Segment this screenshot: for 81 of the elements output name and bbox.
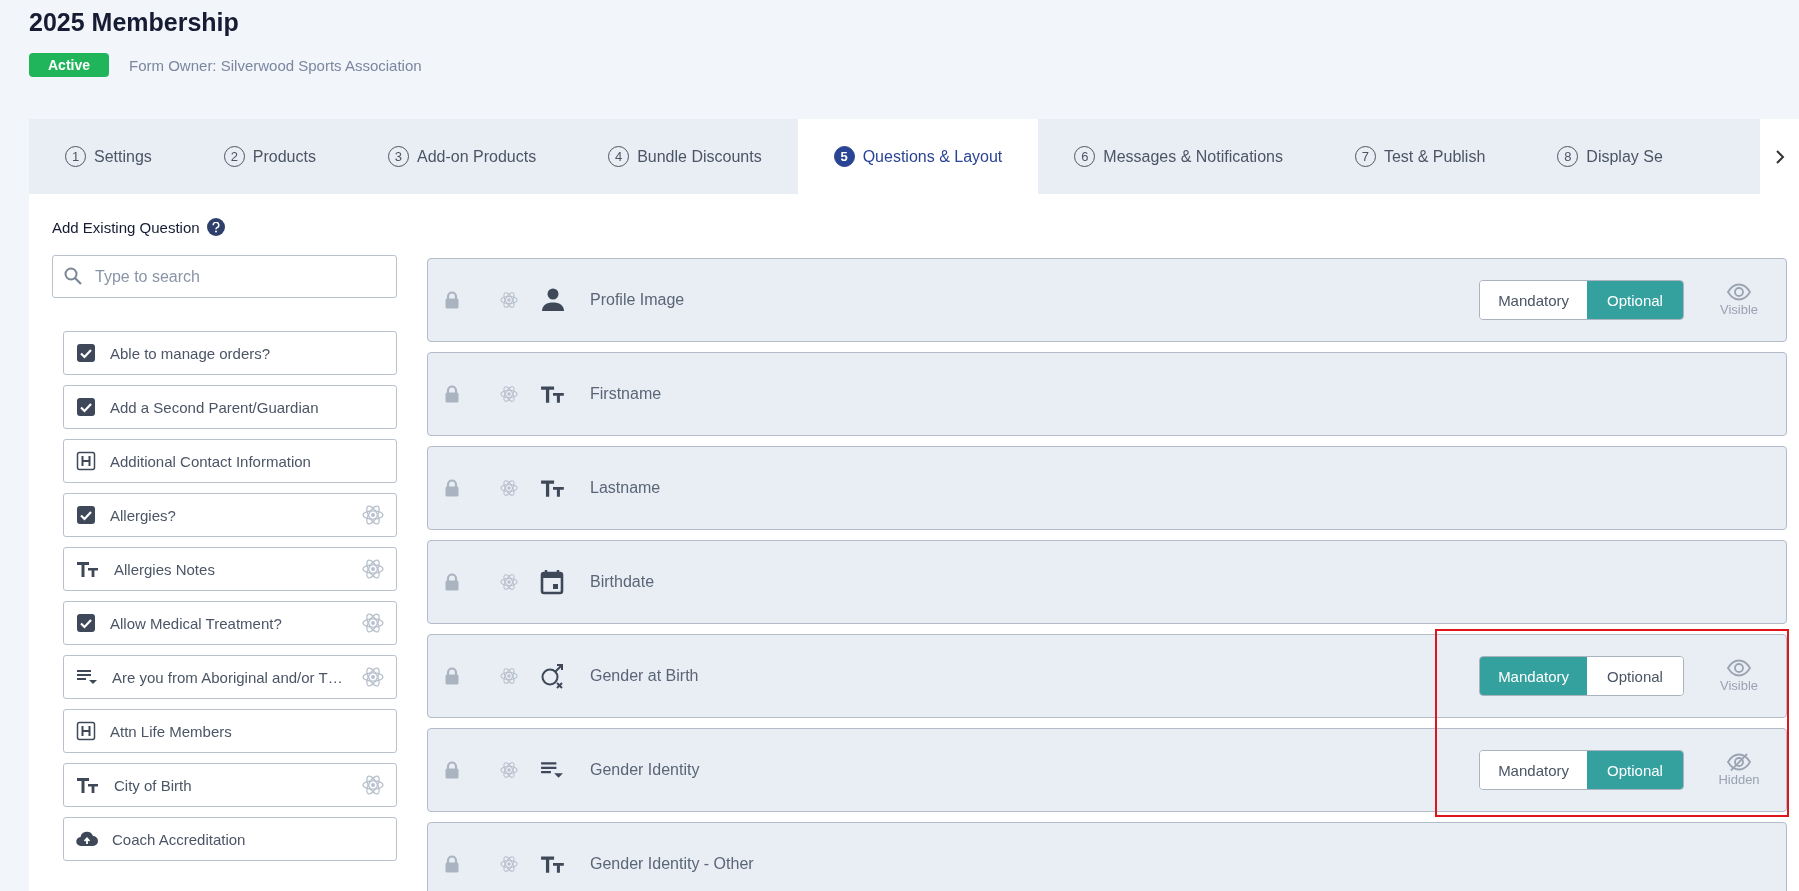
atom-icon — [362, 558, 384, 580]
question-row[interactable]: Profile Image Mandatory Optional Visible — [427, 258, 1787, 342]
search-icon — [64, 267, 82, 285]
heading-icon — [76, 721, 96, 741]
step-tab[interactable]: 7 Test & Publish — [1318, 119, 1522, 194]
atom-icon — [362, 774, 384, 796]
section-heading: Add Existing Question — [52, 218, 200, 236]
atom-icon — [500, 479, 518, 497]
requirement-option[interactable]: Mandatory — [1480, 281, 1587, 319]
atom-icon — [500, 573, 518, 591]
form-owner: Form Owner: Silverwood Sports Association — [129, 56, 422, 74]
checkbox-icon — [76, 397, 96, 417]
dropdown-icon — [540, 759, 564, 781]
checkbox-icon — [76, 343, 96, 363]
text-type-icon — [540, 383, 566, 405]
text-type-icon — [76, 559, 100, 579]
question-label: Birthdate — [590, 573, 656, 591]
atom-icon — [500, 761, 518, 779]
person-icon — [540, 287, 566, 313]
step-tab[interactable]: 6 Messages & Notifications — [1038, 119, 1319, 194]
question-row[interactable]: Birthdate — [427, 540, 1787, 624]
question-label: Gender Identity - Other — [590, 855, 755, 873]
atom-icon — [500, 855, 518, 873]
help-icon[interactable] — [206, 218, 225, 236]
text-type-icon — [540, 477, 566, 499]
question-item[interactable]: Allergies Notes — [63, 547, 397, 591]
question-item[interactable]: Allow Medical Treatment? — [63, 601, 397, 645]
checkbox-icon — [76, 505, 96, 525]
question-label: Lastname — [590, 479, 662, 497]
lock-icon — [444, 291, 460, 309]
text-type-icon — [76, 775, 100, 795]
lock-icon — [444, 855, 460, 873]
eye-icon — [1726, 659, 1752, 677]
checkbox-icon — [76, 613, 96, 633]
dropdown-icon — [76, 667, 98, 687]
search-field[interactable]: Type to search — [52, 255, 397, 298]
question-item[interactable]: Coach Accreditation — [63, 817, 397, 861]
question-item[interactable]: Add a Second Parent/Guardian — [63, 385, 397, 429]
text-type-icon — [540, 853, 566, 875]
question-label: Profile Image — [590, 291, 686, 309]
step-tab[interactable]: 8 Display Se — [1521, 119, 1699, 194]
question-item[interactable]: Additional Contact Information — [63, 439, 397, 483]
question-row[interactable]: Lastname — [427, 446, 1787, 530]
requirement-option[interactable]: Optional — [1587, 657, 1683, 695]
lock-icon — [444, 573, 460, 591]
cloud-upload-icon — [76, 829, 98, 849]
question-label: Gender at Birth — [590, 667, 700, 685]
eye-icon — [1726, 283, 1752, 301]
atom-icon — [500, 385, 518, 403]
step-tab[interactable]: 5 Questions & Layout — [797, 119, 1039, 194]
lock-icon — [444, 761, 460, 779]
question-label: Firstname — [590, 385, 663, 403]
heading-icon — [76, 451, 96, 471]
step-tab[interactable]: 1 Settings — [29, 119, 188, 194]
question-item[interactable]: Allergies? — [63, 493, 397, 537]
question-row[interactable]: Gender Identity Mandatory Optional Hidden — [427, 728, 1787, 812]
gender-icon — [540, 663, 566, 689]
calendar-icon — [540, 569, 564, 595]
atom-icon — [500, 667, 518, 685]
question-item[interactable]: City of Birth — [63, 763, 397, 807]
lock-icon — [444, 667, 460, 685]
question-item[interactable]: Attn Life Members — [63, 709, 397, 753]
page-title: 2025 Membership — [29, 8, 240, 37]
atom-icon — [362, 612, 384, 634]
step-tab[interactable]: 3 Add-on Products — [351, 119, 573, 194]
eye-slash-icon — [1726, 753, 1752, 771]
question-row[interactable]: Firstname — [427, 352, 1787, 436]
question-item[interactable]: Able to manage orders? — [63, 331, 397, 375]
atom-icon — [500, 291, 518, 309]
atom-icon — [362, 666, 384, 688]
question-row[interactable]: Gender at Birth Mandatory Optional Visible — [427, 634, 1787, 718]
question-item[interactable]: Are you from Aboriginal and/or T… — [63, 655, 397, 699]
question-row[interactable]: Gender Identity - Other — [427, 822, 1787, 891]
requirement-option[interactable]: Mandatory — [1480, 751, 1587, 789]
question-label: Gender Identity — [590, 761, 701, 779]
step-tab[interactable]: 4 Bundle Discounts — [572, 119, 798, 194]
status-badge: Active — [29, 53, 110, 77]
lock-icon — [444, 479, 460, 497]
lock-icon — [444, 385, 460, 403]
atom-icon — [362, 504, 384, 526]
step-tab[interactable]: 2 Products — [187, 119, 352, 194]
